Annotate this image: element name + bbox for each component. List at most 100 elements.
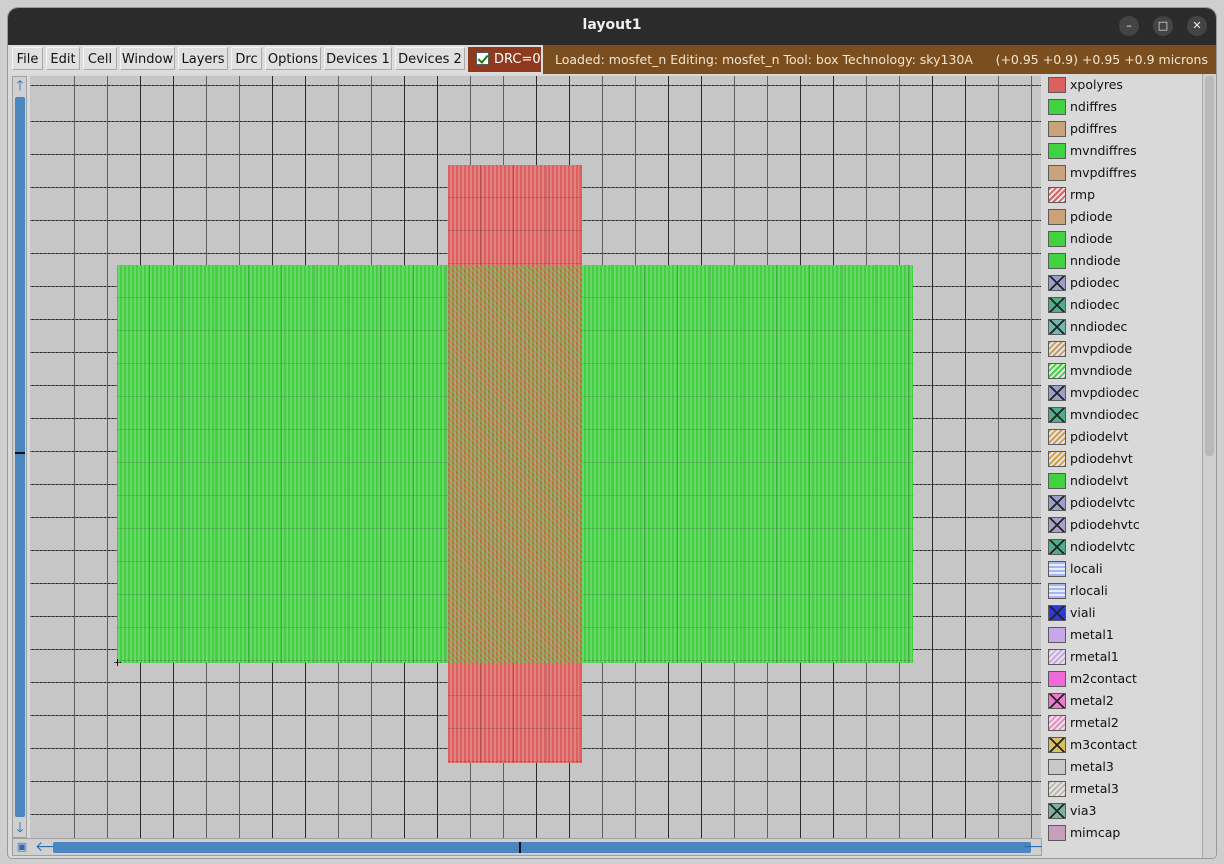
layer-swatch[interactable]: [1048, 363, 1066, 379]
layer-item[interactable]: ndiodelvt: [1042, 470, 1202, 492]
scroll-up-icon[interactable]: 🡑: [13, 79, 27, 93]
layer-swatch[interactable]: [1048, 803, 1066, 819]
layer-item[interactable]: pdiodehvt: [1042, 448, 1202, 470]
layer-item[interactable]: mvndiffres: [1042, 140, 1202, 162]
layer-item[interactable]: metal1: [1042, 624, 1202, 646]
layer-swatch[interactable]: [1048, 473, 1066, 489]
layer-swatch[interactable]: [1048, 715, 1066, 731]
layer-swatch[interactable]: [1048, 77, 1066, 93]
menu-layers[interactable]: Layers: [178, 47, 228, 70]
vertical-scrollbar[interactable]: 🡑 🡓: [12, 76, 27, 838]
layer-swatch[interactable]: [1048, 671, 1066, 687]
layer-swatch[interactable]: [1048, 165, 1066, 181]
layer-swatch[interactable]: [1048, 407, 1066, 423]
horizontal-scroll-thumb[interactable]: [53, 842, 1031, 853]
layer-swatch[interactable]: [1048, 627, 1066, 643]
layer-item[interactable]: pdiodehvtc: [1042, 514, 1202, 536]
layer-item[interactable]: rmetal3: [1042, 778, 1202, 800]
layer-swatch[interactable]: [1048, 429, 1066, 445]
layer-swatch[interactable]: [1048, 275, 1066, 291]
menu-cell[interactable]: Cell: [83, 47, 117, 70]
layer-scroll-thumb[interactable]: [1205, 76, 1214, 456]
menu-edit[interactable]: Edit: [46, 47, 80, 70]
layer-item[interactable]: rmp: [1042, 184, 1202, 206]
menu-devices-1[interactable]: Devices 1: [324, 47, 392, 70]
layer-item[interactable]: pdiodelvt: [1042, 426, 1202, 448]
layer-swatch[interactable]: [1048, 561, 1066, 577]
layer-item[interactable]: ndiodec: [1042, 294, 1202, 316]
layer-swatch[interactable]: [1048, 517, 1066, 533]
layer-swatch[interactable]: [1048, 583, 1066, 599]
layer-item[interactable]: mvpdiode: [1042, 338, 1202, 360]
layer-swatch[interactable]: [1048, 231, 1066, 247]
layer-swatch[interactable]: [1048, 319, 1066, 335]
layer-item[interactable]: pdiodec: [1042, 272, 1202, 294]
layer-item[interactable]: mvpdiodec: [1042, 382, 1202, 404]
layer-item[interactable]: ndiodelvtc: [1042, 536, 1202, 558]
layer-swatch[interactable]: [1048, 781, 1066, 797]
layer-item[interactable]: xpolyres: [1042, 74, 1202, 96]
poly-top-extension[interactable]: [448, 165, 582, 265]
menu-options[interactable]: Options: [265, 47, 321, 70]
layer-item[interactable]: pdiodelvtc: [1042, 492, 1202, 514]
transistor-gate-overlap[interactable]: [448, 265, 582, 663]
layer-scrollbar[interactable]: [1202, 74, 1216, 858]
layer-swatch[interactable]: [1048, 693, 1066, 709]
layer-swatch[interactable]: [1048, 385, 1066, 401]
layer-swatch[interactable]: [1048, 649, 1066, 665]
layer-swatch[interactable]: [1048, 341, 1066, 357]
layer-item[interactable]: pdiode: [1042, 206, 1202, 228]
layer-swatch[interactable]: [1048, 209, 1066, 225]
layer-item[interactable]: m2contact: [1042, 668, 1202, 690]
layer-swatch[interactable]: [1048, 187, 1066, 203]
layer-swatch[interactable]: [1048, 759, 1066, 775]
scroll-left-icon[interactable]: 🡐: [35, 840, 73, 854]
layer-item[interactable]: metal2: [1042, 690, 1202, 712]
layer-item[interactable]: rmetal2: [1042, 712, 1202, 734]
layer-item[interactable]: nndiode: [1042, 250, 1202, 272]
layer-swatch[interactable]: [1048, 99, 1066, 115]
layer-item[interactable]: mimcap: [1042, 822, 1202, 844]
layer-swatch[interactable]: [1048, 451, 1066, 467]
layer-swatch[interactable]: [1048, 253, 1066, 269]
layer-item[interactable]: locali: [1042, 558, 1202, 580]
layer-item[interactable]: mvpdiffres: [1042, 162, 1202, 184]
layer-swatch[interactable]: [1048, 297, 1066, 313]
layer-item[interactable]: via3: [1042, 800, 1202, 822]
scroll-right-icon[interactable]: 🡒: [1023, 840, 1061, 854]
layer-swatch[interactable]: [1048, 121, 1066, 137]
layer-item[interactable]: rlocali: [1042, 580, 1202, 602]
menu-file[interactable]: File: [12, 47, 43, 70]
layer-swatch[interactable]: [1048, 495, 1066, 511]
drc-checkbox[interactable]: [476, 52, 489, 65]
layer-swatch[interactable]: [1048, 605, 1066, 621]
layer-swatch[interactable]: [1048, 539, 1066, 555]
maximize-button[interactable]: □: [1153, 16, 1173, 36]
layer-item[interactable]: rmetal1: [1042, 646, 1202, 668]
layer-item[interactable]: ndiode: [1042, 228, 1202, 250]
minimize-button[interactable]: –: [1119, 16, 1139, 36]
menu-window[interactable]: Window: [120, 47, 175, 70]
menu-devices-2[interactable]: Devices 2: [395, 47, 465, 70]
layout-canvas[interactable]: [30, 76, 1041, 838]
layer-item[interactable]: m3contact: [1042, 734, 1202, 756]
menu-drc[interactable]: Drc: [231, 47, 262, 70]
layer-swatch[interactable]: [1048, 737, 1066, 753]
layer-swatch[interactable]: [1048, 143, 1066, 159]
layer-item[interactable]: mvndiodec: [1042, 404, 1202, 426]
scroll-down-icon[interactable]: 🡓: [13, 821, 27, 835]
layer-item[interactable]: ndiffres: [1042, 96, 1202, 118]
status-info: Loaded: mosfet_n Editing: mosfet_n Tool:…: [555, 52, 973, 67]
layer-item[interactable]: nndiodec: [1042, 316, 1202, 338]
vertical-scroll-thumb[interactable]: [15, 97, 25, 817]
close-button[interactable]: ✕: [1187, 16, 1207, 36]
zoom-box-icon[interactable]: ▣: [15, 840, 29, 854]
layer-item[interactable]: metal3: [1042, 756, 1202, 778]
layer-swatch[interactable]: [1048, 825, 1066, 841]
drc-toggle[interactable]: DRC=0: [468, 47, 541, 72]
layer-item[interactable]: viali: [1042, 602, 1202, 624]
horizontal-scrollbar[interactable]: ▣ 🡐 🡒: [12, 838, 1061, 856]
layer-item[interactable]: pdiffres: [1042, 118, 1202, 140]
layer-item[interactable]: mvndiode: [1042, 360, 1202, 382]
poly-bottom-extension[interactable]: [448, 663, 582, 763]
